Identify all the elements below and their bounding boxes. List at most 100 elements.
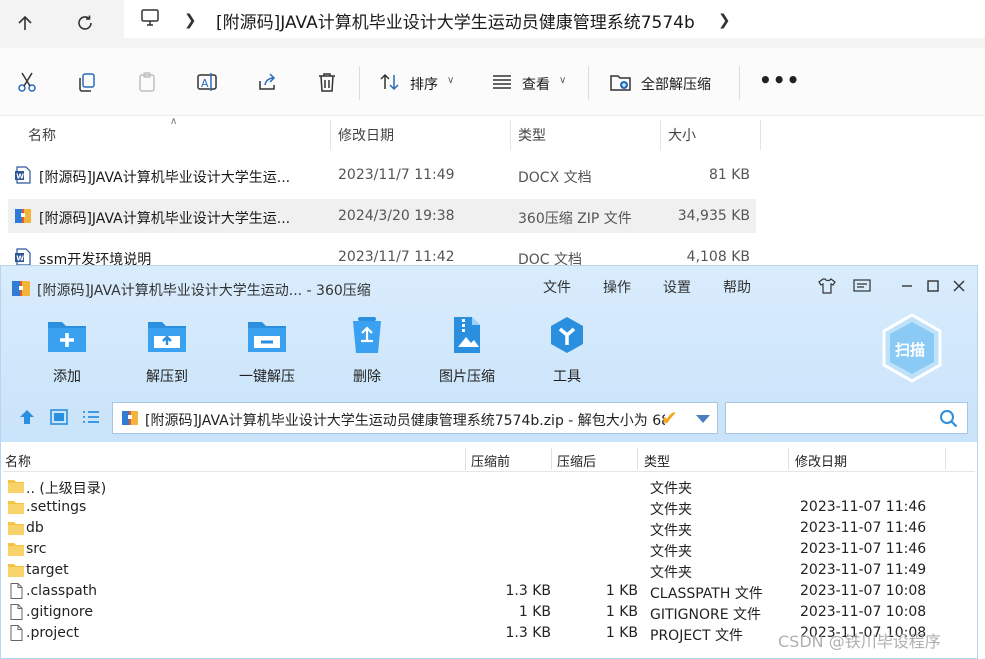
paste-icon: [139, 72, 155, 92]
extract-to-icon: [148, 322, 186, 352]
tools-icon: [551, 317, 583, 353]
zip-column-type[interactable]: 类型: [644, 451, 670, 470]
address-path[interactable]: [附源码]JAVA计算机毕业设计大学生运动员健康管理系统7574b: [216, 8, 695, 33]
tool-extract-to-button[interactable]: 解压到: [127, 314, 207, 386]
copy-icon: [79, 73, 95, 92]
zip-entry-row[interactable]: src 文件夹 2023-11-07 11:46: [3, 539, 975, 560]
chevron-down-icon[interactable]: ∨: [447, 75, 454, 86]
tool-add-button[interactable]: 添加: [27, 314, 107, 386]
scan-button-icon[interactable]: 扫描: [879, 312, 945, 384]
add-folder-icon: [48, 322, 86, 352]
menu-operation[interactable]: 操作: [603, 277, 631, 297]
view-button[interactable]: 查看: [522, 74, 550, 94]
extract-all-button[interactable]: 全部解压缩: [641, 74, 711, 94]
more-options-icon[interactable]: •••: [759, 68, 800, 92]
sort-icon-wrap[interactable]: [378, 70, 402, 94]
delete-button[interactable]: [315, 70, 339, 94]
column-header-size[interactable]: 大小: [668, 125, 696, 145]
thumbnail-view-icon[interactable]: [49, 408, 69, 426]
sort-ascending-icon: ∧: [170, 116, 178, 127]
sort-button[interactable]: 排序: [410, 74, 438, 94]
tool-one-click-extract-button[interactable]: 一键解压: [227, 314, 307, 386]
zip-column-name[interactable]: 名称: [5, 451, 31, 470]
refresh-button[interactable]: [68, 6, 102, 40]
column-divider[interactable]: [945, 448, 946, 470]
up-button[interactable]: [8, 6, 42, 40]
computer-icon: [141, 9, 159, 26]
svg-text:W: W: [16, 173, 24, 181]
address-bar[interactable]: ❯ [附源码]JAVA计算机毕业设计大学生运动员健康管理系统7574b ❯: [124, 0, 985, 38]
scissors-icon: [18, 72, 36, 92]
column-divider[interactable]: [551, 448, 552, 470]
zip-entry-row[interactable]: .. (上级目录) 文件夹: [3, 476, 975, 497]
zip-column-date[interactable]: 修改日期: [795, 451, 847, 470]
paste-button[interactable]: [135, 70, 159, 94]
breadcrumb-chevron-icon[interactable]: ❯: [718, 11, 731, 29]
close-icon: [953, 280, 965, 292]
view-icon-wrap[interactable]: [490, 70, 514, 94]
maximize-button[interactable]: [923, 276, 943, 296]
zip-list-header: 名称 压缩前 压缩后 类型 修改日期: [3, 446, 975, 472]
file-size: 81 KB: [708, 167, 750, 183]
column-divider[interactable]: [465, 448, 466, 470]
zip-entry-row[interactable]: .settings 文件夹 2023-11-07 11:46: [3, 497, 975, 518]
skin-button[interactable]: [817, 276, 837, 296]
column-divider[interactable]: [510, 120, 511, 150]
zip-entry-row[interactable]: db 文件夹 2023-11-07 11:46: [3, 518, 975, 539]
tool-label: 工具: [553, 369, 581, 385]
divider: [739, 66, 740, 100]
zip-search-input[interactable]: [725, 402, 968, 434]
view-list-icon: [493, 75, 511, 89]
column-header-date[interactable]: 修改日期: [338, 125, 394, 145]
file-row-selected[interactable]: [附源码]JAVA计算机毕业设计大学生运... 2024/3/20 19:38 …: [8, 199, 756, 233]
menu-help[interactable]: 帮助: [723, 277, 751, 297]
chevron-down-icon[interactable]: ∨: [559, 75, 566, 86]
entry-name: src: [26, 541, 47, 557]
svg-text:A: A: [201, 77, 209, 90]
column-divider[interactable]: [660, 120, 661, 150]
zip-entry-row[interactable]: .gitignore 1 KB 1 KB GITIGNORE 文件 2023-1…: [3, 602, 975, 623]
menu-file[interactable]: 文件: [543, 277, 571, 297]
file-type: DOCX 文档: [518, 170, 592, 186]
breadcrumb-chevron-icon[interactable]: ❯: [184, 11, 197, 29]
zip-column-after[interactable]: 压缩后: [557, 451, 596, 470]
copy-button[interactable]: [75, 70, 99, 94]
zip-path-box[interactable]: [附源码]JAVA计算机毕业设计大学生运动员健康管理系统7574b.zip - …: [112, 402, 718, 434]
feedback-button[interactable]: [852, 276, 872, 296]
share-button[interactable]: [255, 70, 279, 94]
column-divider[interactable]: [788, 448, 789, 470]
up-folder-icon[interactable]: [17, 408, 37, 426]
column-divider[interactable]: [330, 120, 331, 150]
close-button[interactable]: [949, 276, 969, 296]
rename-button[interactable]: A: [195, 70, 219, 94]
file-row[interactable]: W [附源码]JAVA计算机毕业设计大学生运... 2023/11/7 11:4…: [8, 158, 756, 192]
list-view-icon[interactable]: [81, 408, 101, 426]
zip-window-title: [附源码]JAVA计算机毕业设计大学生运动... - 360压缩: [37, 283, 371, 299]
file-type: 360压缩 ZIP 文件: [518, 211, 632, 227]
column-header-name[interactable]: 名称: [28, 125, 56, 145]
entry-name: .classpath: [26, 583, 98, 599]
trash-icon: [319, 73, 335, 92]
entry-date: 2023-11-07 11:46: [800, 520, 927, 536]
menu-settings[interactable]: 设置: [663, 277, 691, 297]
extract-all-icon-wrap[interactable]: [609, 70, 633, 94]
chevron-down-icon[interactable]: [696, 415, 710, 423]
zip-entry-row[interactable]: .classpath 1.3 KB 1 KB CLASSPATH 文件 2023…: [3, 581, 975, 602]
column-divider[interactable]: [637, 448, 638, 470]
column-divider[interactable]: [760, 120, 761, 150]
tool-tools-button[interactable]: 工具: [527, 314, 607, 386]
entry-type: CLASSPATH 文件: [650, 586, 763, 602]
tool-image-compress-button[interactable]: 图片压缩: [427, 314, 507, 386]
tshirt-icon: [818, 278, 836, 294]
column-header-type[interactable]: 类型: [518, 125, 546, 145]
entry-name: .. (上级目录): [26, 481, 107, 497]
cut-button[interactable]: [15, 70, 39, 94]
vip-check-icon[interactable]: ✔: [661, 406, 678, 430]
minimize-button[interactable]: [897, 276, 917, 296]
word-doc-icon: W: [15, 248, 31, 266]
zip-column-before[interactable]: 压缩前: [471, 451, 510, 470]
zip-entry-row[interactable]: target 文件夹 2023-11-07 11:49: [3, 560, 975, 581]
search-icon[interactable]: [939, 409, 959, 429]
entry-date: 2023-11-07 10:08: [800, 583, 927, 599]
tool-delete-button[interactable]: 删除: [327, 314, 407, 386]
